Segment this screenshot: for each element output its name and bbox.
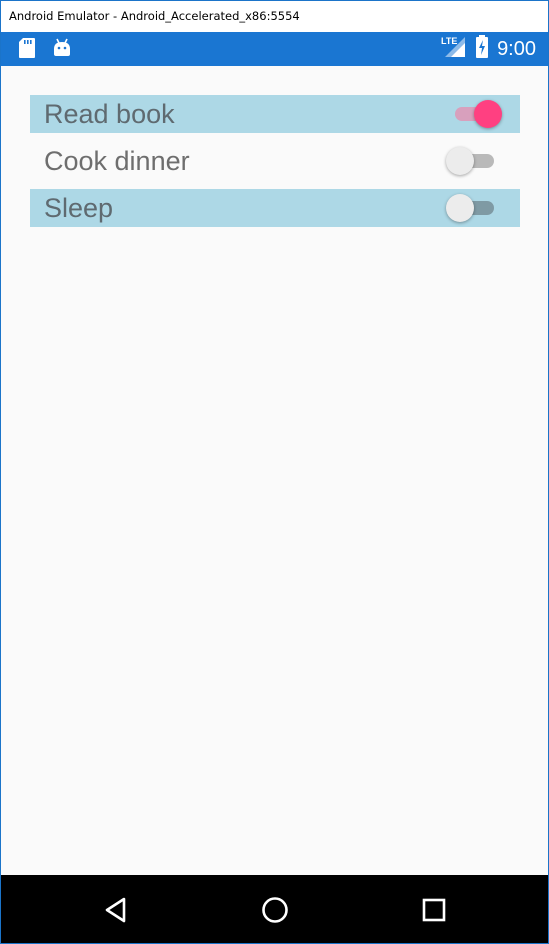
clock: 9:00: [497, 38, 536, 60]
list-item: Cook dinner: [30, 142, 520, 180]
recents-icon[interactable]: [419, 895, 449, 925]
switch-thumb: [446, 147, 474, 175]
switch-thumb: [474, 100, 502, 128]
network-label: LTE: [441, 36, 457, 46]
item-label: Read book: [44, 99, 175, 129]
item-label: Sleep: [44, 193, 114, 223]
lte-signal-icon: LTE: [441, 35, 467, 63]
battery-charging-icon: [475, 35, 489, 63]
navigation-bar: [1, 875, 548, 943]
app-content: Read book Cook dinner Sleep: [1, 66, 548, 875]
back-icon[interactable]: [101, 895, 131, 925]
window-title: Android Emulator - Android_Accelerated_x…: [1, 1, 548, 32]
item-label: Cook dinner: [44, 146, 190, 176]
list-item: Sleep: [30, 189, 520, 227]
switch-thumb: [446, 194, 474, 222]
home-icon[interactable]: [260, 895, 290, 925]
item-toggle-switch[interactable]: [450, 100, 502, 128]
item-toggle-switch[interactable]: [446, 194, 498, 222]
status-bar: LTE 9:00: [1, 32, 548, 66]
android-debug-icon: [52, 37, 72, 63]
task-list: Read book Cook dinner Sleep: [30, 95, 520, 236]
sd-card-icon: [18, 37, 36, 63]
item-toggle-switch[interactable]: [446, 147, 498, 175]
list-item: Read book: [30, 95, 520, 133]
emulator-window: Android Emulator - Android_Accelerated_x…: [0, 0, 549, 944]
